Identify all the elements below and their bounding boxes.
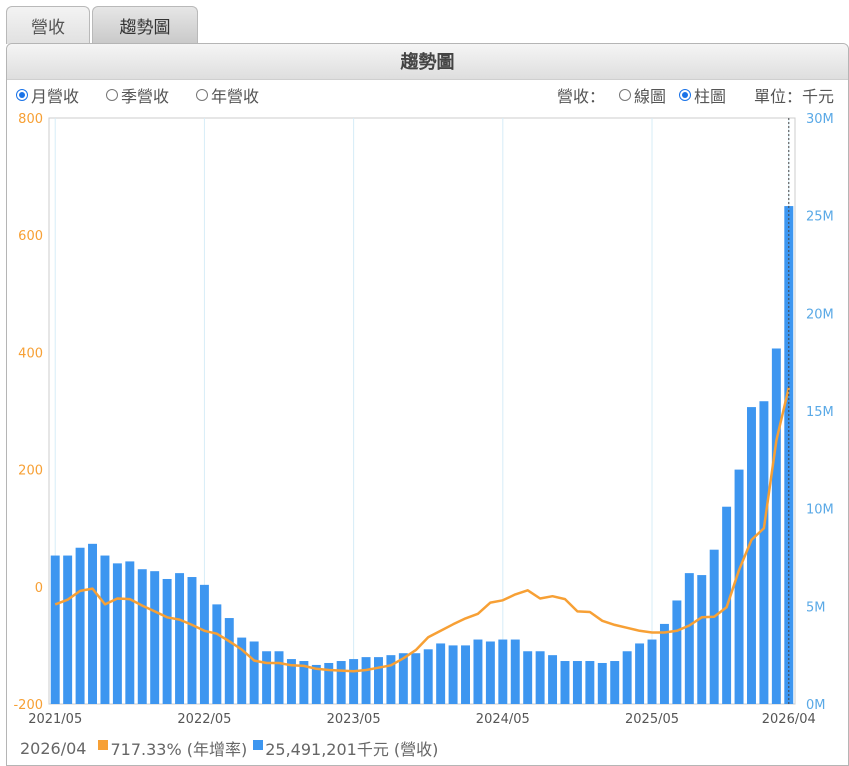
revenue-bar — [100, 555, 110, 704]
revenue-bar — [262, 651, 272, 704]
left-y-tick-label: 800 — [18, 112, 43, 127]
revenue-bar — [374, 657, 383, 704]
revenue-bar — [461, 645, 470, 704]
left-y-tick-label: 600 — [18, 229, 43, 244]
x-tick-label: 2024/05 — [476, 712, 530, 727]
right-y-tick-label: 30M — [806, 112, 834, 127]
x-tick-label: 2026/04 — [762, 712, 816, 727]
revenue-bar — [274, 651, 284, 704]
revenue-bar — [249, 641, 259, 704]
revenue-bar — [485, 641, 495, 704]
revenue-bar — [560, 661, 570, 704]
revenue-bar — [684, 573, 694, 704]
revenue-bar — [311, 664, 321, 704]
revenue-bar — [498, 639, 508, 704]
revenue-bar — [709, 549, 719, 704]
x-tick-label: 2023/05 — [327, 712, 381, 727]
revenue-bar — [473, 639, 483, 704]
footer-yoy: 717.33% (年增率) — [110, 740, 248, 759]
revenue-bar — [175, 573, 185, 704]
revenue-bar — [448, 645, 458, 704]
revenue-bar — [336, 661, 346, 704]
plot-area — [48, 117, 796, 705]
revenue-bar — [423, 649, 433, 704]
revenue-bar — [585, 661, 595, 704]
revenue-bar — [647, 639, 657, 704]
revenue-bar — [137, 569, 147, 704]
revenue-bar — [199, 584, 209, 704]
revenue-bar — [572, 661, 582, 704]
revenue-bar — [747, 407, 756, 704]
revenue-bar — [63, 555, 73, 704]
right-y-tick-label: 25M — [806, 210, 834, 225]
revenue-bar — [50, 555, 60, 704]
revenue-legend-swatch — [253, 740, 264, 750]
revenue-bar — [610, 661, 620, 704]
revenue-bar — [349, 659, 359, 704]
right-y-tick-label: 0M — [806, 698, 826, 713]
revenue-bar — [125, 561, 135, 704]
revenue-bar — [622, 651, 632, 704]
revenue-bar — [734, 469, 744, 704]
right-y-tick-label: 10M — [806, 503, 834, 518]
x-tick-label: 2021/05 — [28, 712, 82, 727]
x-tick-label: 2022/05 — [177, 712, 231, 727]
footer-period: 2026/04 — [20, 738, 87, 758]
revenue-bar — [672, 600, 682, 704]
revenue-bar — [88, 543, 97, 704]
x-tick-label: 2025/05 — [625, 712, 679, 727]
yoy-legend-swatch — [98, 740, 109, 750]
revenue-bar — [224, 618, 234, 704]
left-y-tick-label: 0 — [35, 581, 43, 596]
revenue-bar — [535, 651, 545, 704]
trend-chart: 2021/05 2022/05 2023/05 2024/05 2025/05 2026/… — [13, 112, 834, 727]
revenue-bar — [212, 604, 222, 704]
chart-footer: 2026/04 717.33% (年增率) 25,491,201千元 (營收) — [20, 736, 438, 760]
revenue-bar — [771, 348, 781, 704]
right-y-tick-label: 20M — [806, 307, 834, 322]
revenue-bar — [150, 571, 160, 704]
left-y-tick-label: 400 — [18, 346, 43, 361]
revenue-bar — [635, 643, 645, 704]
right-y-tick-label: 15M — [806, 405, 834, 420]
revenue-bar — [510, 639, 520, 704]
right-y-tick-label: 5M — [806, 600, 826, 615]
revenue-bar — [759, 401, 769, 704]
revenue-bar — [411, 653, 421, 704]
footer-revenue: 25,491,201千元 (營收) — [265, 740, 439, 759]
left-y-tick-label: -200 — [13, 698, 43, 713]
revenue-bar — [548, 655, 558, 704]
revenue-bar — [361, 657, 371, 704]
revenue-bar — [659, 623, 669, 704]
revenue-bar — [523, 651, 533, 704]
revenue-bar — [162, 578, 172, 704]
left-y-tick-label: 200 — [18, 464, 43, 479]
revenue-bar — [75, 547, 85, 704]
revenue-bar — [436, 643, 446, 704]
revenue-bar — [112, 563, 122, 704]
revenue-bar — [187, 577, 197, 704]
revenue-bar — [697, 575, 707, 704]
revenue-bar — [597, 662, 607, 704]
